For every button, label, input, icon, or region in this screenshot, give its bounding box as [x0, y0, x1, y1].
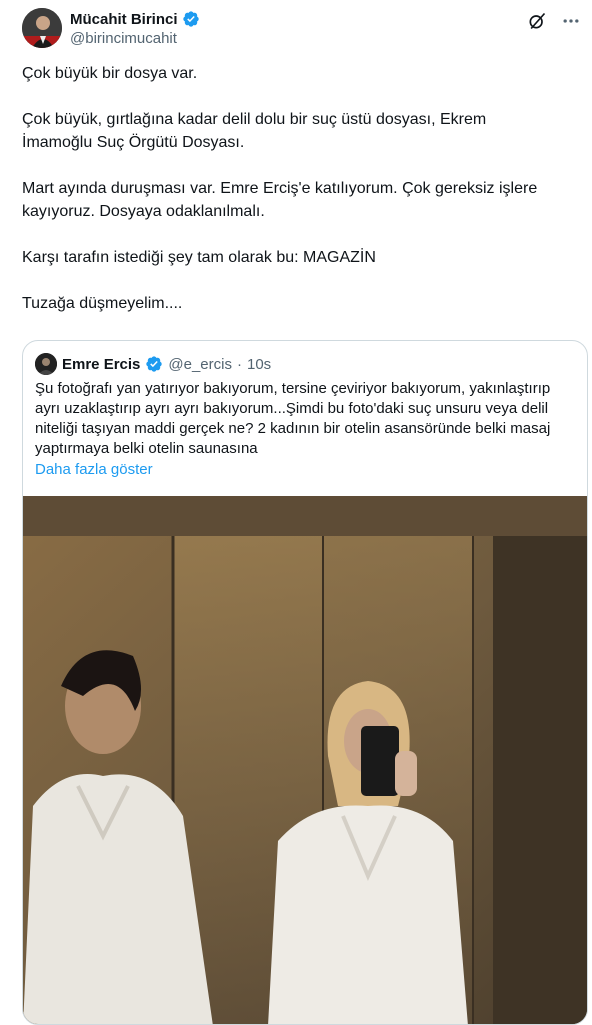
quoted-text-body: Şu fotoğrafı yan yatırıyor bakıyorum, te… [35, 380, 551, 457]
show-more-link[interactable]: Daha fazla göster [35, 460, 575, 480]
verified-badge-icon [145, 355, 163, 373]
verified-badge-icon [182, 10, 200, 28]
quoted-tweet[interactable]: Emre Ercis @e_ercis · 10s Şu fotoğrafı y… [22, 340, 588, 1025]
quoted-author-handle[interactable]: @e_ercis [168, 356, 232, 373]
quoted-time[interactable]: 10s [247, 356, 271, 373]
quoted-tweet-text: Şu fotoğrafı yan yatırıyor bakıyorum, te… [35, 379, 575, 480]
tweet-text: Çok büyük bir dosya var. Çok büyük, gırt… [22, 62, 578, 338]
quoted-author-name[interactable]: Emre Ercis [62, 356, 140, 373]
tweet-header: Mücahit Birinci @birincimucahit [22, 8, 582, 52]
tweet-paragraph: Mart ayında duruşması var. Emre Erciş'e … [22, 180, 538, 220]
quoted-photo[interactable] [23, 496, 587, 1024]
tweet-actions [526, 10, 582, 32]
author-avatar[interactable] [22, 8, 62, 48]
tweet-paragraph: Karşı tarafın istediği şey tam olarak bu… [22, 249, 376, 266]
author-block: Mücahit Birinci @birincimucahit [70, 10, 200, 47]
quoted-author-avatar[interactable] [35, 353, 57, 375]
quoted-tweet-header: Emre Ercis @e_ercis · 10s [35, 353, 271, 375]
author-name[interactable]: Mücahit Birinci [70, 11, 178, 28]
author-handle[interactable]: @birincimucahit [70, 30, 200, 47]
grok-icon[interactable] [526, 10, 548, 32]
separator-dot: · [236, 355, 242, 373]
more-options-icon[interactable] [560, 10, 582, 32]
tweet-paragraph: Çok büyük, gırtlağına kadar delil dolu b… [22, 111, 487, 151]
tweet-paragraph: Çok büyük bir dosya var. [22, 65, 198, 82]
tweet-paragraph: Tuzağa düşmeyelim.... [22, 295, 183, 312]
